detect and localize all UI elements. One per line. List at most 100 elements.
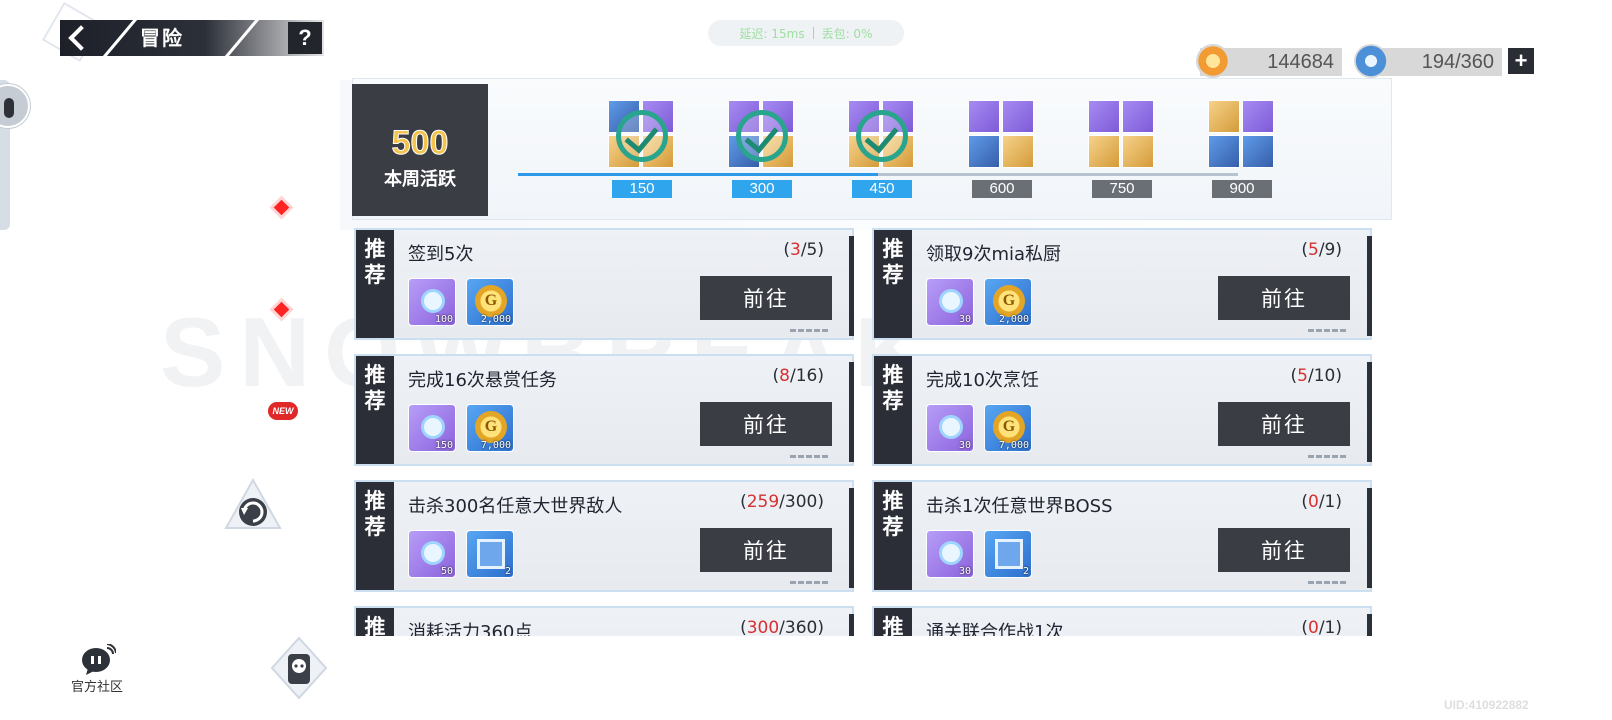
card-decoration [790,455,830,458]
progress-total: /1 [1318,492,1336,512]
reward-item-icon [1242,100,1274,133]
gem-icon [939,415,963,439]
progress-current: 0 [1307,492,1319,512]
progress-total: /10 [1308,366,1336,386]
task-reward[interactable]: 30 [926,530,974,578]
task-reward[interactable]: 150 [408,404,456,452]
help-button[interactable]: ? [288,22,322,54]
plus-icon: + [1514,48,1528,73]
progress-paren: ( [1301,492,1308,512]
check-icon [856,110,908,162]
refresh-button[interactable] [224,477,282,536]
reward-quantity: 100 [434,314,453,325]
check-icon [736,110,788,162]
reward-item-icon [1208,135,1240,168]
milestone-reward[interactable]: 450 [842,100,922,200]
reward-item-icon [1122,135,1154,168]
task-progress: (8/16) [773,366,824,386]
task-card: 推荐完成16次悬赏任务 (8/16) 150 G 7,000 前往 [354,354,854,466]
recommended-tag-char: 荐 [882,515,904,539]
task-reward[interactable]: G 2,000 [466,278,514,326]
progress-paren: ( [1301,618,1308,636]
task-reward[interactable]: G 2,000 [984,278,1032,326]
recommended-tag: 推荐 [874,482,912,590]
milestone-threshold: 750 [1092,180,1152,198]
reward-quantity: 30 [958,566,971,577]
community-icon [80,643,117,675]
community-label: 官方社区 [70,680,123,695]
milestone-reward[interactable]: 300 [722,100,802,200]
task-name: 完成16次悬赏任务 [408,370,557,391]
go-button[interactable]: 前往 [700,528,832,572]
task-list[interactable]: 推荐签到5次 (3/5) 100 G 2,000 前往推荐领取9次mia私厨 (5/9) 30… [340,228,1380,636]
task-progress: (259/300) [740,492,824,512]
task-reward[interactable]: 100 [408,278,456,326]
reward-quantity: 30 [958,440,971,451]
help-icon: ? [298,25,312,50]
reward-quantity: 50 [440,566,453,577]
recommended-tag-char: 推 [882,489,904,513]
task-reward[interactable]: 2 [984,530,1032,578]
recommended-tag: 推荐 [356,356,394,464]
progress-paren: ) [817,492,824,512]
recommended-tag: 推荐 [356,230,394,338]
milestone-reward[interactable]: 600 [962,100,1042,200]
task-reward[interactable]: 30 [926,404,974,452]
task-reward[interactable]: G 7,000 [984,404,1032,452]
task-card: 推荐通关联合作战1次(0/1)前往 [872,606,1372,636]
reward-item-icon [1002,100,1034,133]
go-button[interactable]: 前往 [1218,402,1350,446]
progress-paren: ( [740,492,747,512]
new-badge: NEW [268,402,298,420]
task-card: 推荐签到5次 (3/5) 100 G 2,000 前往 [354,228,854,340]
task-progress: (300/360) [740,618,824,636]
go-button[interactable]: 前往 [1218,528,1350,572]
go-button[interactable]: 前往 [700,402,832,446]
reward-quantity: 2,000 [998,314,1029,325]
milestone-reward[interactable]: 750 [1082,100,1162,200]
progress-current: 0 [1307,618,1319,636]
milestone-threshold: 300 [732,180,792,198]
chat-button[interactable] [270,636,328,700]
progress-total: /1 [1318,618,1336,636]
recommended-tag-char: 荐 [364,389,386,413]
recommended-tag-char: 推 [364,363,386,387]
milestone-threshold: 150 [612,180,672,198]
recommended-tag-char: 推 [882,363,904,387]
coin-amount: 144684 [1267,50,1334,73]
weekly-score-value: 500 [391,124,449,163]
community-button[interactable]: 官方社区 [62,643,132,704]
task-name: 领取9次mia私厨 [926,244,1062,265]
progress-current: 300 [746,618,780,636]
progress-paren: ) [1335,492,1342,512]
milestone-reward[interactable]: 150 [602,100,682,200]
task-progress: (5/9) [1301,240,1342,260]
supply-box-icon [995,539,1023,569]
task-card: 推荐击杀300名任意大世界敌人 (259/300) 50 2 前往 [354,480,854,592]
coin-icon [1196,44,1230,78]
recommended-tag: 推荐 [874,356,912,464]
energy-amount: 194/360 [1421,50,1494,73]
progress-paren: ) [817,240,824,260]
progress-total: /5 [800,240,818,260]
recommended-tag: 推荐 [356,482,394,590]
milestone-reward[interactable]: 900 [1202,100,1282,200]
task-reward[interactable]: 30 [926,278,974,326]
reward-item-icon [968,135,1000,168]
add-energy-button[interactable]: + [1508,48,1534,74]
progress-current: 5 [1307,240,1319,260]
side-menu-icon[interactable] [0,84,30,128]
back-button[interactable] [60,20,94,56]
gem-icon [939,289,963,313]
progress-total: /360 [779,618,818,636]
task-progress: (0/1) [1301,618,1342,636]
task-reward[interactable]: G 7,000 [466,404,514,452]
task-reward[interactable]: 2 [466,530,514,578]
go-button[interactable]: 前往 [700,276,832,320]
reward-quantity: 7,000 [480,440,511,451]
milestone-threshold: 450 [852,180,912,198]
task-reward[interactable]: 50 [408,530,456,578]
go-button[interactable]: 前往 [1218,276,1350,320]
progress-paren: ( [1301,240,1308,260]
task-name: 消耗活力360点 [408,622,533,636]
